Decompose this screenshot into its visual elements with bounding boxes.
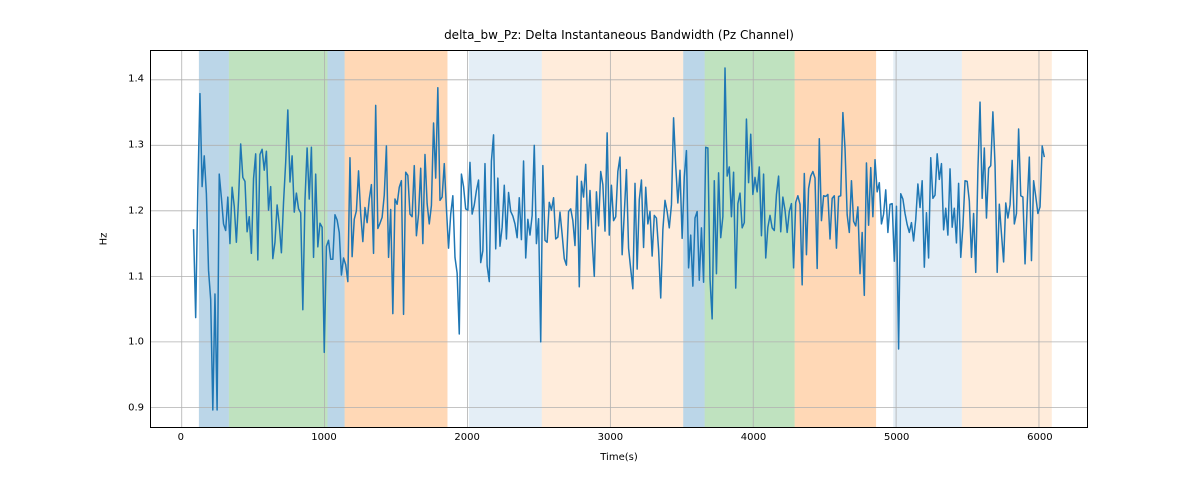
x-tick-label: 0 bbox=[178, 432, 184, 443]
y-tick-label: 1.1 bbox=[128, 271, 144, 282]
bg-band bbox=[962, 51, 1052, 427]
x-tick-label: 3000 bbox=[598, 432, 623, 443]
figure: delta_bw_Pz: Delta Instantaneous Bandwid… bbox=[0, 0, 1200, 500]
bg-band bbox=[447, 51, 468, 427]
y-tick-label: 1.2 bbox=[128, 205, 144, 216]
bg-band bbox=[705, 51, 795, 427]
chart-title: delta_bw_Pz: Delta Instantaneous Bandwid… bbox=[150, 28, 1088, 42]
y-tick-label: 1.0 bbox=[128, 337, 144, 348]
bg-band bbox=[327, 51, 344, 427]
y-axis-label: Hz bbox=[99, 50, 110, 428]
y-tick-label: 1.4 bbox=[128, 73, 144, 84]
x-tick-label: 5000 bbox=[884, 432, 909, 443]
bg-band bbox=[345, 51, 448, 427]
y-tick-label: 0.9 bbox=[128, 403, 144, 414]
y-tick-label: 1.3 bbox=[128, 139, 144, 150]
x-tick-label: 6000 bbox=[1027, 432, 1052, 443]
bg-band bbox=[876, 51, 893, 427]
x-tick-label: 2000 bbox=[454, 432, 479, 443]
x-axis-label: Time(s) bbox=[150, 452, 1088, 463]
x-tick-label: 1000 bbox=[311, 432, 336, 443]
plot-area bbox=[150, 50, 1088, 428]
x-tick-label: 4000 bbox=[741, 432, 766, 443]
plot-svg bbox=[151, 51, 1087, 427]
